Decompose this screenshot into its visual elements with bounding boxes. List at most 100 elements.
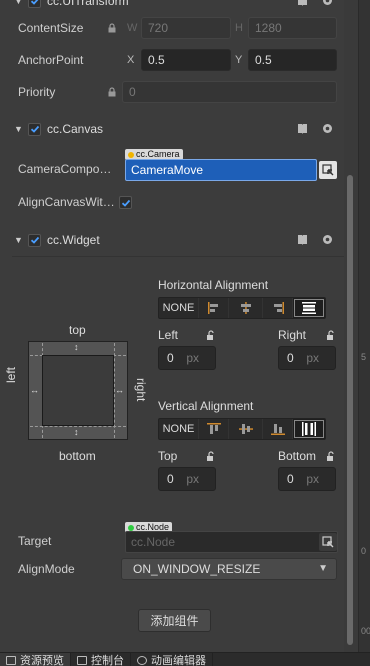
align-right-button[interactable] bbox=[263, 298, 293, 318]
collapse-caret-icon[interactable]: ▼ bbox=[14, 124, 24, 134]
target-field[interactable]: cc.Node bbox=[125, 531, 338, 553]
inspector-scrollbar[interactable] bbox=[345, 0, 357, 652]
top-offset-input[interactable]: 0 px bbox=[158, 467, 216, 491]
uitransform-header[interactable]: ▼ cc.UITransform bbox=[0, 0, 344, 13]
pin-icon[interactable] bbox=[206, 330, 216, 340]
right-offset-value: 0 bbox=[287, 351, 294, 365]
align-top-icon bbox=[206, 423, 221, 434]
horizontal-none-button[interactable]: NONE bbox=[159, 298, 199, 318]
align-top-button[interactable] bbox=[199, 419, 229, 439]
content-size-row: ContentSize W 720 H 1280 bbox=[0, 14, 344, 42]
gear-icon[interactable] bbox=[321, 122, 334, 135]
tab-animation-editor[interactable]: 动画编辑器 bbox=[131, 653, 213, 666]
picker-arrow-icon[interactable] bbox=[319, 161, 337, 179]
lock-icon bbox=[108, 23, 116, 33]
ruler-mark: 0 bbox=[361, 546, 367, 556]
anchor-y-input[interactable]: 0.5 bbox=[248, 49, 337, 71]
tab-animation-editor-label: 动画编辑器 bbox=[151, 655, 206, 666]
arrow-horizontal-icon: ↔ bbox=[30, 385, 39, 395]
tab-console[interactable]: 控制台 bbox=[71, 653, 131, 666]
uitransform-title: cc.UITransform bbox=[47, 0, 129, 8]
scrollbar-thumb[interactable] bbox=[347, 175, 353, 645]
target-label: Target bbox=[18, 534, 52, 548]
priority-row: Priority 0 bbox=[0, 78, 344, 106]
align-bottom-button[interactable] bbox=[263, 419, 293, 439]
widget-preview[interactable]: ↕ ↕ ↔ ↔ bbox=[28, 341, 128, 440]
node-dot-icon bbox=[128, 524, 134, 531]
align-canvas-checkbox[interactable] bbox=[119, 196, 132, 209]
anchor-point-row: AnchorPoint X 0.5 Y 0.5 bbox=[0, 46, 344, 74]
align-mode-label: AlignMode bbox=[18, 562, 75, 576]
align-hstretch-icon bbox=[302, 302, 316, 314]
animation-icon bbox=[137, 655, 147, 665]
gear-icon[interactable] bbox=[321, 233, 334, 246]
align-right-icon bbox=[273, 302, 284, 314]
dropdown-arrow-icon: ▼ bbox=[318, 563, 328, 574]
console-icon bbox=[77, 655, 87, 665]
collapse-caret-icon[interactable]: ▼ bbox=[14, 235, 24, 245]
y-axis-label: Y bbox=[235, 54, 243, 66]
vertical-alignment-group: NONE bbox=[158, 418, 326, 440]
priority-field: 0 bbox=[122, 81, 337, 103]
pin-icon[interactable] bbox=[326, 330, 336, 340]
uitransform-enabled-checkbox[interactable] bbox=[28, 0, 41, 8]
align-mode-select[interactable]: ON_WINDOW_RESIZE ▼ bbox=[121, 558, 337, 580]
adjacent-panel-edge: 5 0 00 bbox=[358, 0, 370, 652]
preview-left-label: left bbox=[4, 366, 18, 383]
width-axis-label: W bbox=[127, 22, 138, 34]
align-vcenter-button[interactable] bbox=[229, 419, 263, 439]
preview-top-label: top bbox=[69, 323, 86, 337]
widget-enabled-checkbox[interactable] bbox=[28, 233, 41, 247]
target-placeholder: cc.Node bbox=[131, 535, 176, 549]
top-label: Top bbox=[158, 449, 178, 463]
content-height-value: 1280 bbox=[255, 21, 282, 35]
align-left-icon bbox=[207, 302, 218, 314]
image-icon bbox=[6, 655, 16, 665]
align-hstretch-button[interactable] bbox=[293, 298, 325, 318]
book-icon[interactable] bbox=[296, 0, 309, 7]
book-icon[interactable] bbox=[296, 233, 309, 246]
anchor-point-label: AnchorPoint bbox=[18, 53, 84, 67]
priority-value: 0 bbox=[129, 85, 136, 99]
left-offset-input[interactable]: 0 px bbox=[158, 346, 216, 370]
align-left-button[interactable] bbox=[199, 298, 229, 318]
pin-icon[interactable] bbox=[206, 451, 216, 461]
anchor-x-value: 0.5 bbox=[148, 53, 165, 67]
vertical-none-button[interactable]: NONE bbox=[159, 419, 199, 439]
tab-asset-preview[interactable]: 资源预览 bbox=[0, 653, 71, 666]
bottom-offset-value: 0 bbox=[287, 472, 294, 486]
right-offset-input[interactable]: 0 px bbox=[278, 346, 336, 370]
book-icon[interactable] bbox=[296, 122, 309, 135]
content-height-field: 1280 bbox=[248, 17, 337, 39]
priority-label: Priority bbox=[18, 85, 56, 99]
camera-component-field[interactable]: CameraMove bbox=[125, 159, 317, 181]
align-vstretch-icon bbox=[302, 422, 316, 436]
collapse-caret-icon[interactable]: ▼ bbox=[14, 0, 24, 6]
left-offset-value: 0 bbox=[167, 351, 174, 365]
align-vstretch-button[interactable] bbox=[293, 419, 325, 439]
add-component-button[interactable]: 添加组件 bbox=[138, 609, 211, 632]
widget-title: cc.Widget bbox=[47, 233, 100, 247]
top-offset-value: 0 bbox=[167, 472, 174, 486]
arrow-vertical-icon: ↕ bbox=[74, 427, 79, 437]
align-hcenter-button[interactable] bbox=[229, 298, 263, 318]
canvas-header[interactable]: ▼ cc.Canvas bbox=[0, 117, 344, 141]
align-canvas-label: AlignCanvasWit… bbox=[18, 195, 115, 209]
bottom-tab-bar: 资源预览 控制台 动画编辑器 bbox=[0, 652, 370, 666]
align-hcenter-icon bbox=[240, 302, 251, 314]
horizontal-none-label: NONE bbox=[162, 302, 195, 314]
ruler-mark: 00 bbox=[361, 626, 370, 636]
widget-header[interactable]: ▼ cc.Widget bbox=[0, 228, 344, 252]
picker-arrow-icon[interactable] bbox=[319, 533, 337, 551]
pin-icon[interactable] bbox=[326, 451, 336, 461]
vertical-alignment-label: Vertical Alignment bbox=[158, 399, 254, 413]
arrow-horizontal-icon: ↔ bbox=[115, 385, 124, 395]
right-offset-unit: px bbox=[306, 351, 319, 365]
bottom-offset-input[interactable]: 0 px bbox=[278, 467, 336, 491]
inspector-panel: ▼ cc.UITransform ContentSize W 720 H 128… bbox=[0, 0, 344, 652]
gear-icon[interactable] bbox=[321, 0, 334, 7]
anchor-x-input[interactable]: 0.5 bbox=[141, 49, 231, 71]
canvas-enabled-checkbox[interactable] bbox=[28, 122, 41, 136]
add-component-label: 添加组件 bbox=[150, 614, 199, 628]
horizontal-alignment-group: NONE bbox=[158, 297, 326, 319]
